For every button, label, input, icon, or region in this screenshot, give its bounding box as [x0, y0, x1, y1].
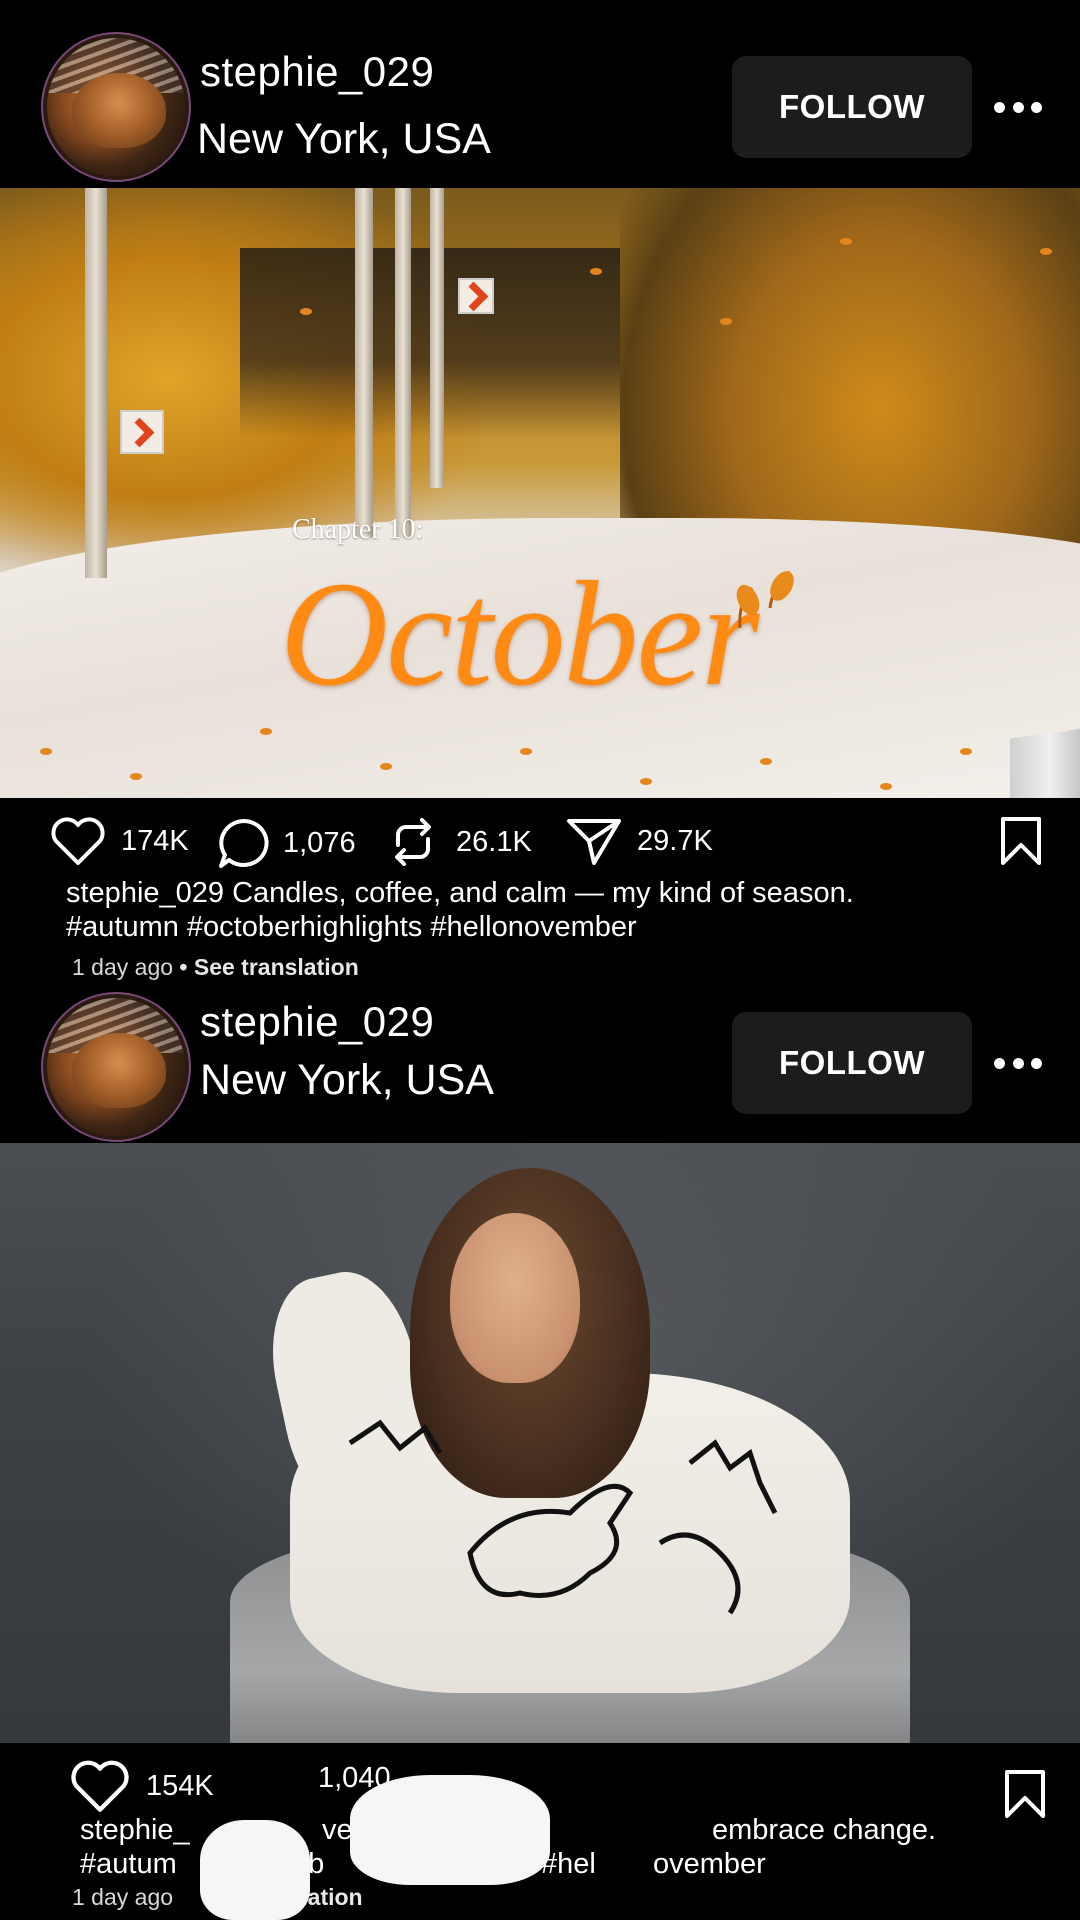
- avatar[interactable]: [47, 998, 185, 1136]
- follow-button[interactable]: FOLLOW: [732, 1012, 972, 1114]
- avatar[interactable]: [47, 38, 185, 176]
- post-header: stephie_029 New York, USA FOLLOW: [0, 0, 1080, 186]
- like-action[interactable]: 174K: [49, 815, 189, 867]
- post-image[interactable]: [0, 1143, 1080, 1743]
- share-action[interactable]: 29.7K: [565, 815, 713, 867]
- username[interactable]: stephie_029: [200, 998, 434, 1046]
- leaf-decoration-icon: [736, 570, 794, 629]
- follow-button[interactable]: FOLLOW: [732, 56, 972, 158]
- caption-fragment: ve: [322, 1814, 353, 1846]
- more-options-icon[interactable]: [994, 92, 1042, 122]
- post-header: stephie_029 New York, USA FOLLOW: [0, 956, 1080, 1142]
- location[interactable]: New York, USA: [197, 115, 491, 164]
- send-icon: [567, 819, 621, 865]
- post-actions: 174K 1,076 26.1K 29.7K: [0, 800, 1080, 880]
- repost-icon: [395, 818, 431, 866]
- caption-fragment: embrace change.: [712, 1814, 937, 1846]
- bookmark-icon[interactable]: [998, 815, 1044, 867]
- like-action[interactable]: 154K: [68, 1758, 214, 1814]
- image-title-text: October: [280, 551, 760, 717]
- more-options-icon[interactable]: [994, 1048, 1042, 1078]
- caption-fragment[interactable]: #autum: [80, 1847, 177, 1881]
- like-count: 174K: [121, 824, 189, 857]
- comment-action[interactable]: 1,076: [215, 815, 356, 871]
- heart-icon: [51, 817, 105, 865]
- comment-count: 1,076: [283, 826, 356, 859]
- caption-line: stephie_029 Candles, coffee, and calm — …: [66, 877, 854, 909]
- location[interactable]: New York, USA: [200, 1056, 494, 1105]
- repost-count: 26.1K: [456, 825, 532, 858]
- caption-fragment: ovember: [653, 1848, 766, 1880]
- post-time: 1 day ago: [72, 1884, 174, 1910]
- post-image[interactable]: Chapter 10: October: [0, 188, 1080, 798]
- caption-fragment: stephie_: [80, 1814, 190, 1846]
- share-count: 29.7K: [637, 824, 713, 857]
- username[interactable]: stephie_029: [200, 48, 434, 96]
- heart-icon: [71, 1760, 129, 1812]
- repost-action[interactable]: 26.1K: [388, 815, 532, 869]
- photo-overlap: [350, 1775, 550, 1885]
- like-count: 154K: [146, 1769, 214, 1802]
- sweater-pattern: [348, 1419, 778, 1615]
- post-caption: stephie_029 Candles, coffee, and calm — …: [66, 876, 1046, 944]
- image-chapter-text: Chapter 10:: [292, 514, 424, 545]
- caption-hashtags[interactable]: #autumn #octoberhighlights #hellonovembe…: [66, 910, 1046, 944]
- comment-icon: [219, 819, 269, 868]
- photo-overlap: [200, 1820, 310, 1920]
